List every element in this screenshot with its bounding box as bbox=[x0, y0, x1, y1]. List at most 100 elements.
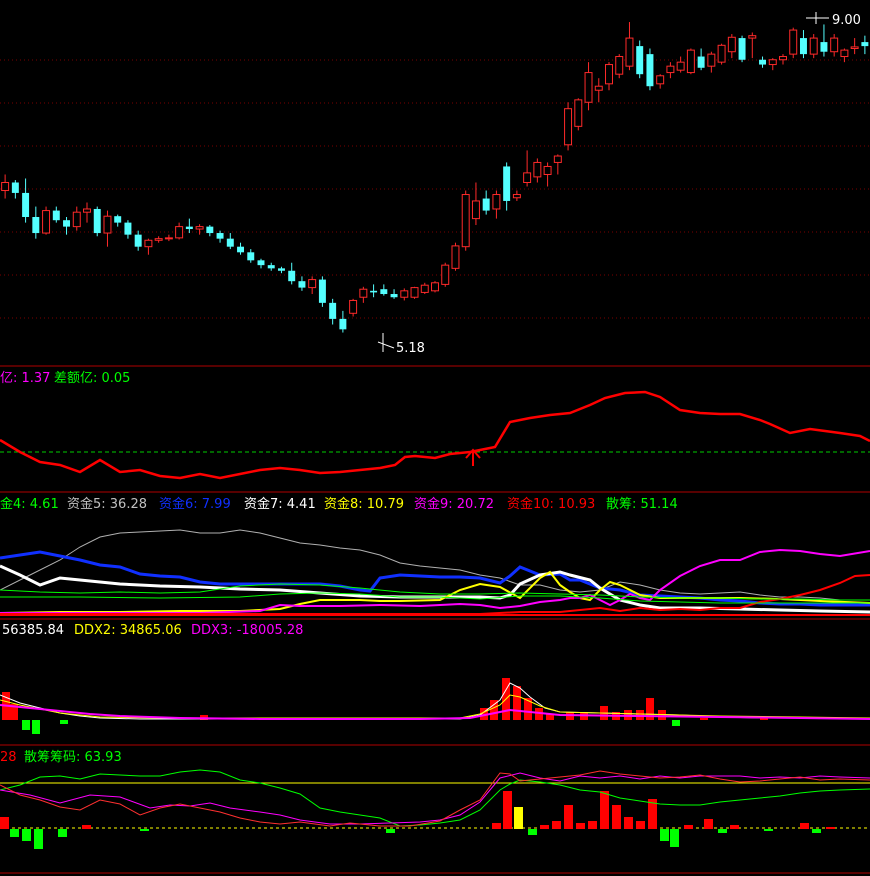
candle-body bbox=[605, 64, 613, 85]
chip-bar bbox=[10, 829, 19, 837]
chip-bar bbox=[612, 805, 621, 829]
chip-bar bbox=[492, 823, 501, 829]
high-label: 9.00 bbox=[832, 13, 861, 28]
candle-body bbox=[154, 238, 163, 241]
chip-bar bbox=[58, 829, 67, 837]
candle-body bbox=[830, 37, 839, 53]
legend-item: DDX2: 34865.06 bbox=[74, 623, 182, 638]
legend-item: 散筹: 51.14 bbox=[606, 496, 678, 512]
chip-bar bbox=[540, 825, 549, 829]
candle-body bbox=[134, 234, 142, 247]
candle-body bbox=[114, 216, 122, 223]
candle-body bbox=[461, 194, 470, 248]
legend-item: DDX3: -18005.28 bbox=[191, 623, 303, 638]
candle-body bbox=[185, 226, 193, 230]
candle-body bbox=[103, 215, 112, 234]
candle-body bbox=[646, 54, 654, 87]
chip-bar bbox=[670, 829, 679, 847]
candle-body bbox=[195, 226, 204, 230]
panel4-legend: 56385.84 DDX2: 34865.06 DDX3: -18005.28 bbox=[2, 623, 303, 638]
candle-body bbox=[451, 245, 460, 269]
chip-bar bbox=[528, 829, 537, 835]
candle-body bbox=[850, 46, 859, 50]
chip-bar bbox=[718, 829, 727, 833]
candle-body bbox=[676, 61, 685, 71]
candle-body bbox=[533, 161, 542, 178]
chip-bar bbox=[704, 819, 713, 829]
candle-body bbox=[503, 166, 511, 201]
candle-body bbox=[11, 182, 19, 193]
candle-body bbox=[1, 182, 10, 192]
legend-item: 差额亿: 0.05 bbox=[54, 371, 130, 386]
candle-body bbox=[318, 279, 326, 303]
ddx-bar bbox=[22, 720, 30, 730]
candle-body bbox=[206, 226, 214, 234]
chip-bar bbox=[552, 821, 561, 829]
candle-body bbox=[553, 155, 562, 163]
ddx-bar bbox=[32, 720, 40, 734]
candle-body bbox=[471, 200, 480, 220]
candle-body bbox=[738, 38, 746, 60]
candle-body bbox=[512, 194, 521, 199]
ddx-bar bbox=[524, 698, 532, 720]
candle-body bbox=[93, 208, 101, 234]
legend-item: 资金9: 20.72 bbox=[414, 496, 494, 512]
candle-body bbox=[727, 36, 736, 53]
candle-body bbox=[789, 29, 798, 55]
candle-body bbox=[625, 37, 634, 67]
candle-body bbox=[72, 211, 81, 228]
candle-body bbox=[400, 290, 409, 298]
candle-body bbox=[329, 302, 337, 319]
candle-body bbox=[257, 260, 265, 266]
candle-body bbox=[636, 46, 644, 75]
chip-bar bbox=[34, 829, 43, 849]
chip-bar bbox=[564, 805, 573, 829]
candle-body bbox=[543, 165, 552, 175]
candle-body bbox=[410, 287, 419, 298]
chip-bar bbox=[386, 829, 395, 833]
candle-body bbox=[298, 281, 306, 288]
candle-body bbox=[840, 49, 849, 58]
candle-body bbox=[288, 270, 296, 282]
chip-bar bbox=[82, 825, 91, 829]
chip-bar bbox=[588, 821, 597, 829]
candle-body bbox=[759, 59, 767, 65]
low-label: 5.18 bbox=[396, 341, 425, 356]
candle-body bbox=[349, 299, 358, 314]
panel2-legend: 亿: 1.37 差额亿: 0.05 bbox=[0, 371, 130, 386]
candle-body bbox=[32, 217, 40, 234]
chip-bar bbox=[22, 829, 31, 841]
candle-body bbox=[124, 222, 132, 235]
candle-body bbox=[63, 220, 71, 227]
candle-body bbox=[799, 38, 807, 55]
legend-item: 资金7: 4.41 bbox=[244, 496, 316, 512]
candle-body bbox=[164, 237, 173, 240]
legend-item: 资金10: 10.93 bbox=[507, 496, 595, 512]
candle-body bbox=[768, 59, 777, 66]
candle-body bbox=[615, 56, 624, 75]
candle-body bbox=[308, 279, 317, 289]
ddx-bar bbox=[513, 686, 521, 720]
candle-body bbox=[820, 42, 828, 52]
ddx-bar bbox=[60, 720, 68, 724]
chip-bar bbox=[624, 817, 633, 829]
legend-item: 金4: 4.61 bbox=[0, 496, 59, 512]
candle-body bbox=[390, 294, 398, 298]
candle-body bbox=[277, 268, 285, 271]
legend-item: 散筹筹码: 63.93 bbox=[24, 749, 122, 765]
candle-body bbox=[370, 290, 378, 293]
candle-body bbox=[861, 42, 869, 47]
chip-bar bbox=[812, 829, 821, 833]
ddx-bar bbox=[672, 720, 680, 726]
candle-body bbox=[339, 318, 347, 330]
legend-item: 资金6: 7.99 bbox=[159, 496, 231, 512]
candle-body bbox=[656, 75, 665, 85]
chip-bar bbox=[826, 827, 835, 829]
chip-bar bbox=[636, 821, 645, 829]
chip-bar bbox=[660, 829, 669, 841]
candle-body bbox=[584, 72, 593, 103]
stock-chart: 9.00 5.18 亿: 1.37 差额亿: 0.05 金4: 4.61 资金5… bbox=[0, 0, 870, 876]
chip-bar bbox=[140, 829, 149, 831]
chip-bar bbox=[684, 825, 693, 829]
candle-body bbox=[482, 198, 490, 211]
